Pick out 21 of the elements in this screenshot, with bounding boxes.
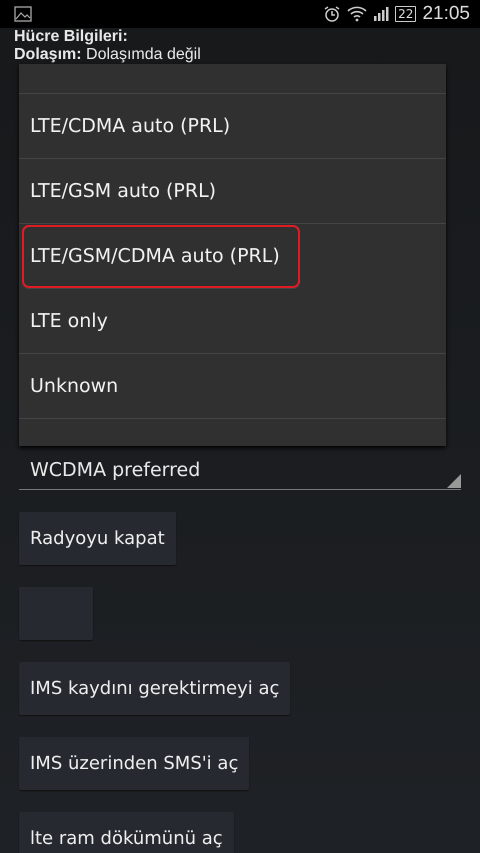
menu-item[interactable]: LTE/GSM auto (PRL) — [19, 159, 446, 224]
image-icon — [14, 6, 32, 22]
signal-icon — [373, 6, 390, 22]
info-value: Dolaşımda değil — [86, 46, 201, 63]
blank-button[interactable] — [19, 587, 93, 640]
menu-item[interactable]: LTE only — [19, 289, 446, 354]
menu-item[interactable]: LTE/GSM/CDMA auto (PRL) — [21, 224, 301, 289]
action-button[interactable]: Radyoyu kapat — [19, 512, 176, 565]
info-label: Dolaşım: — [14, 46, 82, 63]
action-button[interactable]: IMS üzerinden SMS'i aç — [19, 737, 250, 790]
menu-item[interactable]: LTE/CDMA auto (PRL) — [19, 94, 446, 159]
section-title: Hücre Bilgileri: — [14, 28, 128, 45]
action-button[interactable]: lte ram dökümünü aç — [19, 812, 234, 853]
action-button[interactable]: IMS kaydını gerektirmeyi aç — [19, 662, 290, 715]
menu-item[interactable]: Unknown — [19, 354, 446, 419]
clock: 21:05 — [422, 3, 470, 25]
alarm-icon — [323, 5, 342, 23]
battery-level: 22 — [395, 6, 416, 22]
wifi-icon — [347, 6, 368, 22]
network-type-spinner[interactable]: WCDMA preferred — [19, 450, 461, 490]
dropdown-corner-icon — [447, 474, 461, 488]
